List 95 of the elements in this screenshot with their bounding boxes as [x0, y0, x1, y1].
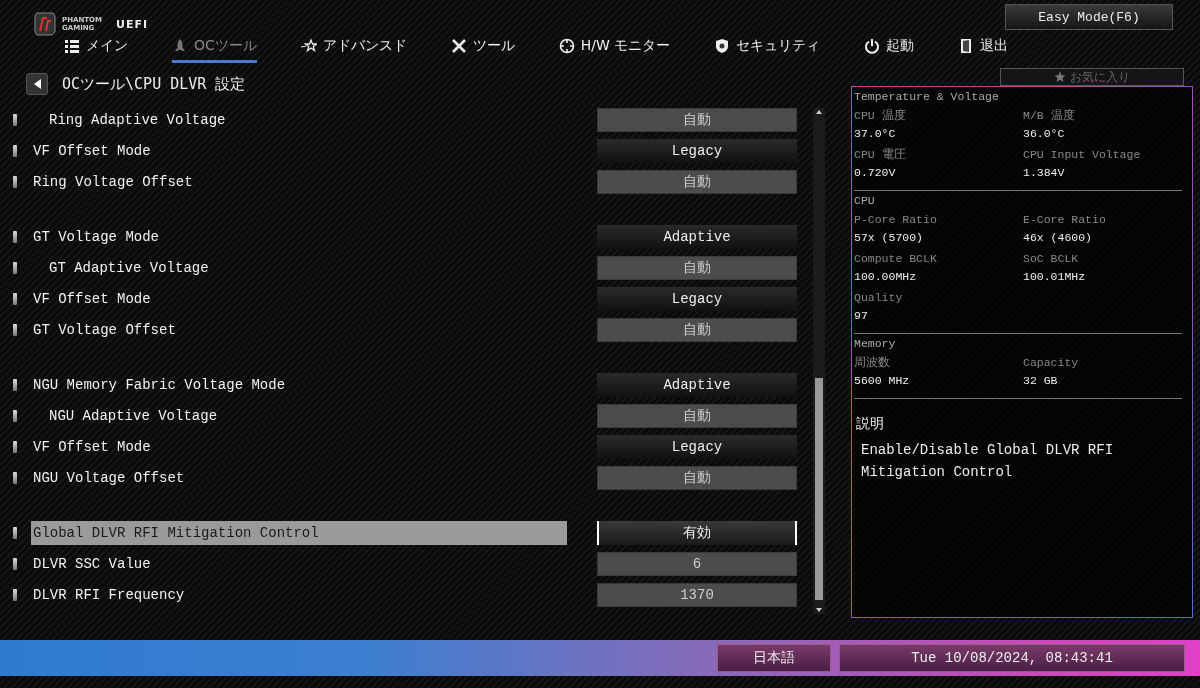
product-name: UEFI: [115, 17, 149, 31]
nav-tab[interactable]: メイン: [64, 35, 128, 63]
language-button[interactable]: 日本語: [717, 644, 831, 672]
row-marker: [13, 230, 17, 243]
monitor-label: 周波数: [854, 355, 891, 371]
value-field[interactable]: 自動: [597, 169, 797, 194]
row-marker: [13, 323, 17, 336]
logo-icon: [34, 12, 56, 36]
nav-tab[interactable]: H/W モニター: [558, 35, 671, 63]
monitor-label: Capacity: [1023, 355, 1080, 371]
setting-label[interactable]: NGU Memory Fabric Voltage Mode: [31, 372, 567, 397]
nav-tab[interactable]: 退出: [958, 35, 1009, 63]
scrollbar[interactable]: [813, 108, 825, 614]
monitor-label: Compute BCLK: [854, 251, 938, 267]
row-marker: [13, 526, 17, 539]
setting-label[interactable]: NGU Voltage Offset: [31, 465, 567, 490]
row-marker: [13, 113, 17, 126]
setting-label[interactable]: VF Offset Mode: [31, 434, 567, 459]
value-field[interactable]: 自動: [597, 107, 797, 132]
section-title: CPU: [854, 193, 876, 209]
row-marker: [13, 261, 17, 274]
setting-label[interactable]: VF Offset Mode: [31, 138, 567, 163]
power-icon: [864, 37, 881, 54]
value-field[interactable]: 自動: [597, 255, 797, 280]
setting-label[interactable]: GT Voltage Mode: [31, 224, 567, 249]
rocket-icon: [172, 37, 188, 54]
nav-tab[interactable]: アドバンスド: [300, 35, 407, 63]
monitor-value: 46x (4600): [1023, 230, 1093, 246]
value-field[interactable]: 6: [597, 551, 797, 576]
value-field[interactable]: 1370: [597, 582, 797, 607]
monitor-label: P-Core Ratio: [854, 212, 938, 228]
easy-mode-button[interactable]: Easy Mode(F6): [1005, 4, 1173, 30]
monitor-value: 97: [854, 308, 869, 324]
setting-label[interactable]: GT Voltage Offset: [31, 317, 567, 342]
option-dropdown[interactable]: Adaptive: [597, 372, 797, 397]
scroll-up-icon: [814, 108, 824, 116]
scroll-down-icon: [814, 606, 824, 614]
option-dropdown[interactable]: Adaptive: [597, 224, 797, 249]
section-title: Memory: [854, 336, 897, 352]
list-icon: [64, 37, 80, 54]
monitor-label: E-Core Ratio: [1023, 212, 1107, 228]
description-text: Enable/Disable Global DLVR RFI Mitigation Control: [860, 441, 1115, 482]
setting-label[interactable]: Global DLVR RFI Mitigation Control: [31, 520, 567, 545]
setting-label[interactable]: Ring Adaptive Voltage: [31, 107, 567, 132]
row-marker: [13, 588, 17, 601]
monitor-value: 57x (5700): [854, 230, 924, 246]
nav-tab[interactable]: ツール: [450, 35, 515, 63]
row-marker: [13, 409, 17, 422]
option-dropdown[interactable]: Legacy: [597, 434, 797, 459]
nav-tab[interactable]: 起動: [864, 35, 915, 63]
row-marker: [13, 144, 17, 157]
monitor-label: CPU 電圧: [854, 147, 907, 163]
description-title: 説明: [856, 415, 885, 433]
setting-label[interactable]: DLVR SSC Value: [31, 551, 567, 576]
setting-label[interactable]: Ring Voltage Offset: [31, 169, 567, 194]
monitor-value: 0.720V: [854, 165, 897, 181]
monitor-label: CPU Input Voltage: [1023, 147, 1142, 163]
monitor-value: 36.0°C: [1023, 126, 1066, 142]
nav-tab[interactable]: セキュリティ: [714, 35, 821, 63]
date-time-display[interactable]: Tue 10/08/2024, 08:43:41: [839, 644, 1185, 672]
setting-label[interactable]: NGU Adaptive Voltage: [31, 403, 567, 428]
option-dropdown[interactable]: Legacy: [597, 286, 797, 311]
row-marker: [13, 378, 17, 391]
monitor-value: 5600 MHz: [854, 373, 911, 389]
back-button[interactable]: [26, 73, 48, 95]
row-marker: [13, 440, 17, 453]
monitor-value: 37.0°C: [854, 126, 897, 142]
monitor-label: CPU 温度: [854, 108, 907, 124]
monitor-value: 32 GB: [1023, 373, 1059, 389]
breadcrumb: OCツール\CPU DLVR 設定: [62, 74, 246, 94]
monitor-value: 100.01MHz: [1023, 269, 1087, 285]
setting-label[interactable]: VF Offset Mode: [31, 286, 567, 311]
value-field[interactable]: 自動: [597, 317, 797, 342]
option-dropdown[interactable]: Legacy: [597, 138, 797, 163]
value-field[interactable]: 自動: [597, 403, 797, 428]
row-marker: [13, 557, 17, 570]
monitor-label: Quality: [854, 290, 904, 306]
star-icon: [1054, 71, 1066, 83]
nav-tab[interactable]: OCツール: [172, 35, 257, 63]
scrollbar-thumb[interactable]: [815, 378, 823, 600]
row-marker: [13, 471, 17, 484]
star-icon: [300, 37, 317, 54]
monitor-value: 100.00MHz: [854, 269, 918, 285]
setting-label[interactable]: DLVR RFI Frequency: [31, 582, 567, 607]
section-title: Temperature & Voltage: [854, 89, 1000, 105]
monitor-label: M/B 温度: [1023, 108, 1076, 124]
row-marker: [13, 175, 17, 188]
crosshair-icon: [558, 37, 575, 54]
monitor-value: 1.384V: [1023, 165, 1066, 181]
setting-label[interactable]: GT Adaptive Voltage: [31, 255, 567, 280]
monitor-label: SoC BCLK: [1023, 251, 1080, 267]
value-field[interactable]: 自動: [597, 465, 797, 490]
row-marker: [13, 292, 17, 305]
shield-icon: [714, 37, 731, 54]
option-dropdown[interactable]: 有効: [597, 520, 797, 545]
